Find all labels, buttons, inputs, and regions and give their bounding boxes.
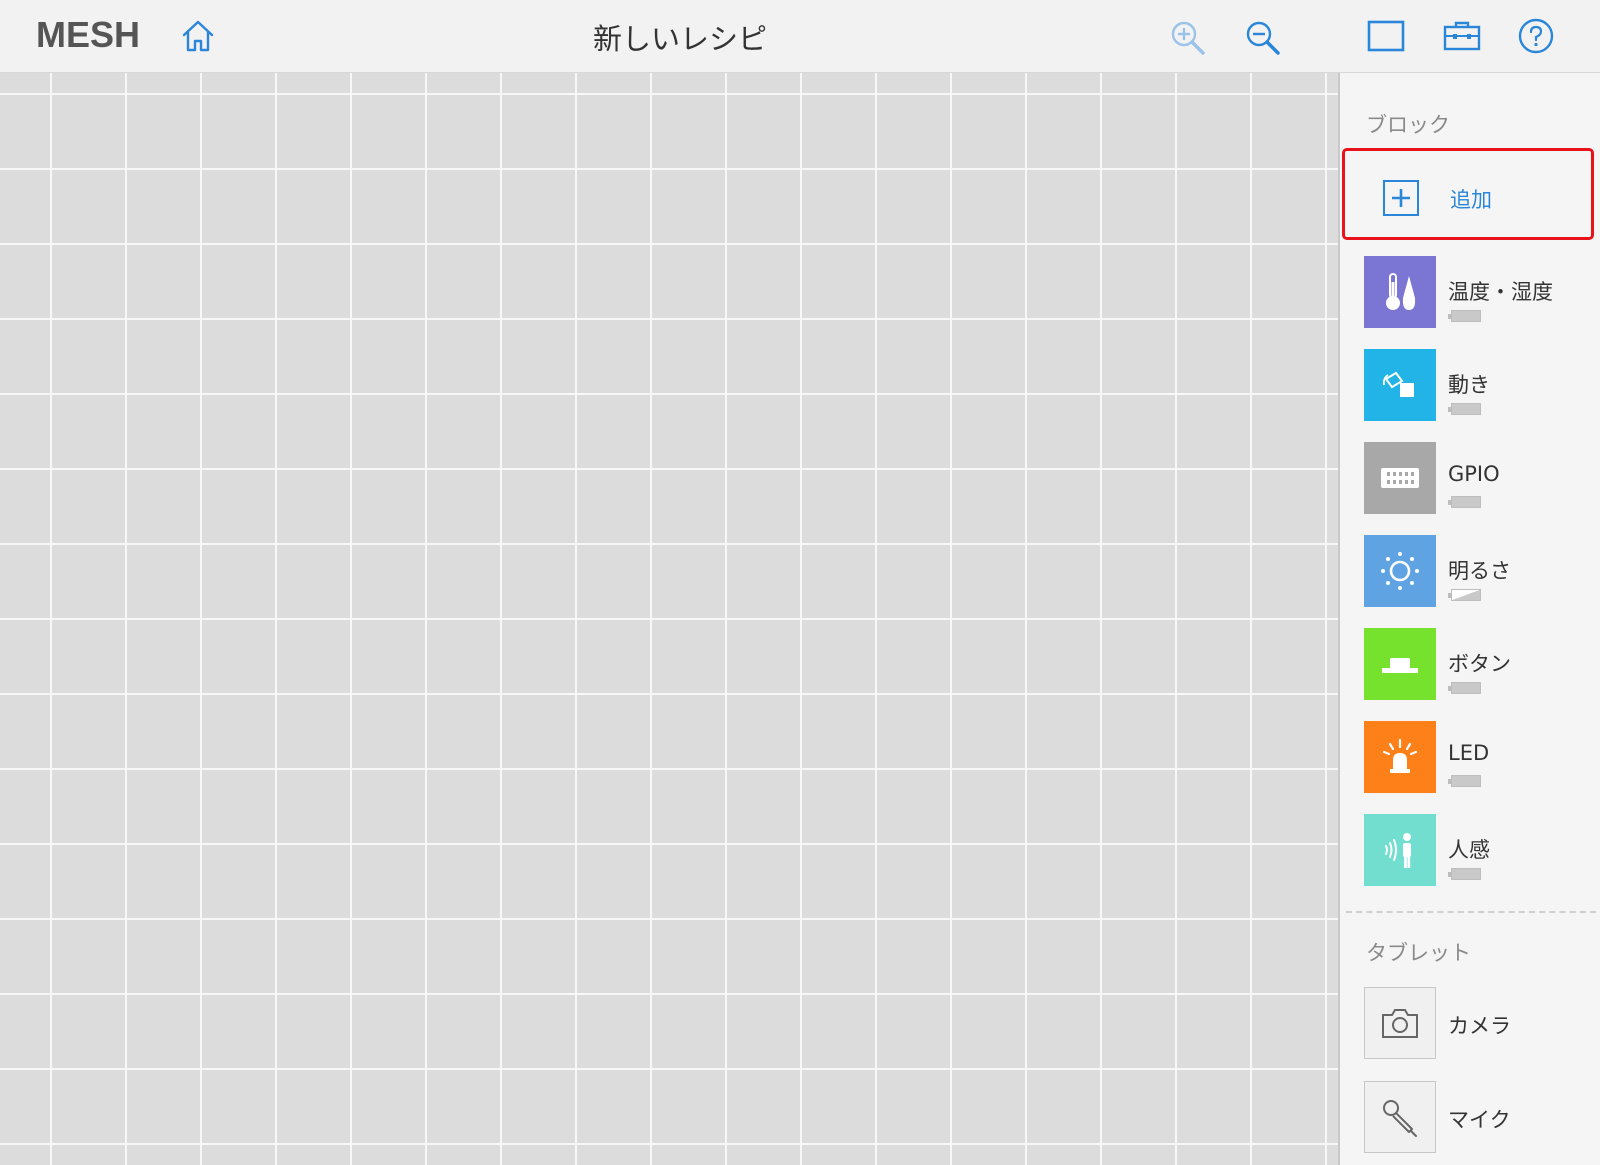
block-gpio[interactable]: GPIO [1364, 442, 1600, 514]
gpio-icon [1364, 442, 1436, 514]
top-bar: MESH 新しいレシピ [0, 0, 1600, 73]
motion-icon [1364, 349, 1436, 421]
block-brightness[interactable]: 明るさ [1364, 535, 1600, 607]
block-label: GPIO [1448, 462, 1500, 486]
block-label: LED [1448, 741, 1490, 765]
block-label: 人感 [1448, 838, 1490, 862]
camera-icon [1364, 987, 1436, 1059]
recipe-canvas[interactable] [0, 73, 1338, 1165]
fullscreen-icon[interactable] [1366, 18, 1406, 54]
home-icon[interactable] [180, 18, 216, 54]
block-human-sensor[interactable]: 人感 [1364, 814, 1600, 886]
plus-icon [1383, 180, 1419, 216]
add-block-button[interactable]: 追加 [1342, 148, 1594, 240]
block-sidebar: ブロック 追加 温度・湿度 動き GPIO 明るさ ボタン LED 人感 タブレ… [1338, 73, 1600, 1165]
tablet-block-camera[interactable]: カメラ [1364, 987, 1600, 1059]
block-label: 温度・湿度 [1448, 280, 1553, 304]
battery-icon [1448, 589, 1481, 601]
thermometer-droplet-icon [1364, 256, 1436, 328]
toolbox-icon[interactable] [1442, 18, 1482, 54]
button-icon [1364, 628, 1436, 700]
block-label: 明るさ [1448, 559, 1511, 583]
brightness-icon [1364, 535, 1436, 607]
block-label: 動き [1448, 373, 1490, 397]
block-button[interactable]: ボタン [1364, 628, 1600, 700]
zoom-in-icon[interactable] [1168, 18, 1208, 58]
battery-icon [1448, 868, 1481, 880]
tablet-block-microphone[interactable]: マイク [1364, 1081, 1600, 1153]
battery-icon [1448, 682, 1481, 694]
block-led[interactable]: LED [1364, 721, 1600, 793]
block-label: カメラ [1448, 1014, 1511, 1038]
led-icon [1364, 721, 1436, 793]
block-motion[interactable]: 動き [1364, 349, 1600, 421]
mesh-logo: MESH [36, 14, 141, 55]
block-label: マイク [1448, 1108, 1511, 1132]
block-label: ボタン [1448, 652, 1511, 676]
battery-icon [1448, 496, 1481, 508]
blocks-heading: ブロック [1366, 113, 1450, 137]
tablet-heading: タブレット [1366, 941, 1471, 965]
help-icon[interactable] [1517, 17, 1555, 55]
human-sensor-icon [1364, 814, 1436, 886]
zoom-out-icon[interactable] [1243, 18, 1283, 58]
battery-icon [1448, 310, 1481, 322]
add-block-label: 追加 [1450, 188, 1492, 212]
recipe-title[interactable]: 新しいレシピ [480, 16, 880, 58]
microphone-icon [1364, 1081, 1436, 1153]
battery-icon [1448, 775, 1481, 787]
section-divider [1346, 911, 1596, 913]
battery-icon [1448, 403, 1481, 415]
block-temperature-humidity[interactable]: 温度・湿度 [1364, 256, 1600, 328]
